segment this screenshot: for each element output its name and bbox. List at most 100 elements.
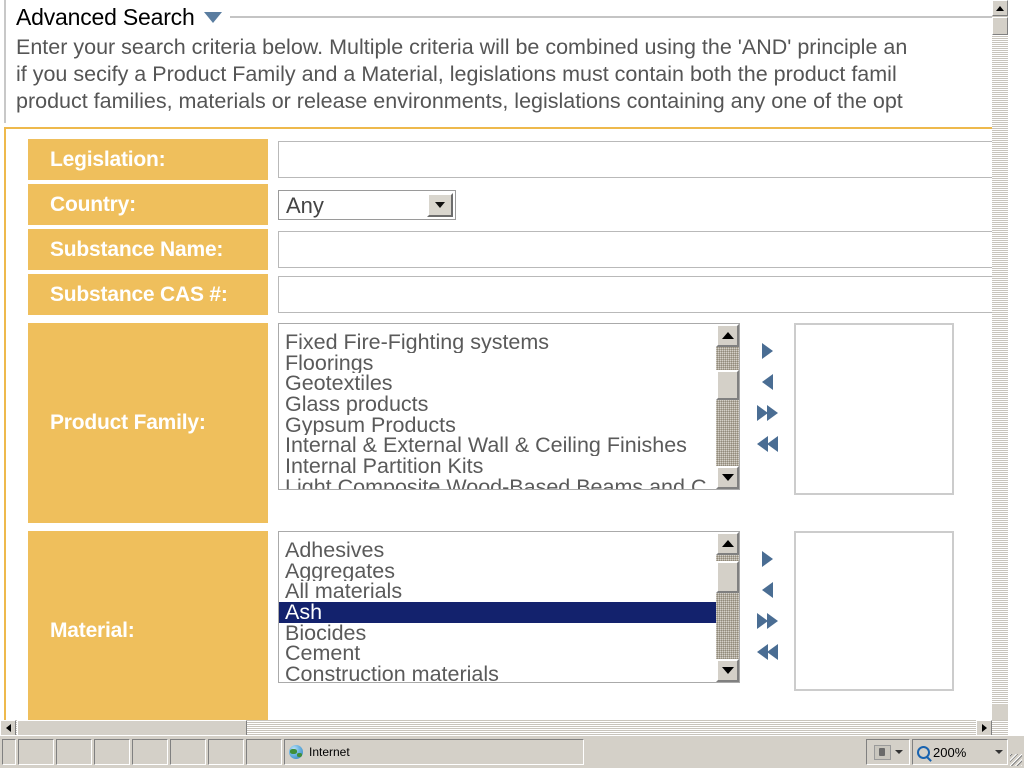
vertical-scrollbar-thumb[interactable]	[992, 17, 1008, 35]
status-pane-blank-6	[170, 739, 206, 765]
document-body: Advanced Search Enter your search criter…	[4, 0, 1008, 735]
move-all-right-icon[interactable]	[756, 613, 778, 629]
scroll-left-icon[interactable]	[0, 720, 16, 736]
material-dual-list: Adhesives Aggregates All materials Ash Bioci…	[278, 531, 1008, 731]
form-row-substance-cas: Substance CAS #:	[6, 274, 1008, 315]
move-left-icon[interactable]	[761, 582, 773, 598]
zoom-level-label: 200%	[933, 744, 967, 760]
form-row-material: Material: Adhesives Aggregates All materia…	[6, 531, 1008, 731]
status-zoom-pane[interactable]: 200%	[912, 739, 1008, 765]
field-country: Any	[278, 184, 1008, 225]
move-all-left-icon[interactable]	[756, 644, 778, 660]
product-family-list-scrollbar[interactable]	[716, 324, 739, 489]
intro-line-2: if you secify a Product Family and a Mat…	[16, 62, 897, 86]
product-family-dual-list: Fixed Fire-Fighting systems Floorings Geot…	[278, 323, 1008, 523]
product-family-selected-list[interactable]	[794, 323, 954, 495]
list-item[interactable]: Fixed Fire-Fighting systems	[279, 332, 715, 353]
chevron-down-icon[interactable]	[427, 192, 453, 217]
field-substance-cas	[278, 274, 1008, 315]
status-zone-pane[interactable]: Internet	[284, 739, 584, 765]
page-title: Advanced Search	[16, 3, 195, 30]
status-pane-blank-1	[2, 739, 16, 765]
status-pane-blank-4	[94, 739, 130, 765]
list-item[interactable]: Cement	[279, 643, 715, 664]
magnifier-icon	[917, 745, 930, 759]
list-item[interactable]: Internal Partition Kits	[279, 456, 715, 477]
page-vertical-scrollbar[interactable]	[992, 0, 1008, 736]
legislation-input[interactable]	[278, 141, 1008, 178]
status-pane-blank-3	[56, 739, 92, 765]
country-select[interactable]: Any	[278, 189, 456, 220]
substance-cas-input[interactable]	[278, 276, 1008, 313]
scroll-right-icon[interactable]	[976, 720, 992, 736]
scroll-down-icon[interactable]	[716, 466, 739, 489]
label-legislation: Legislation:	[28, 139, 268, 180]
status-pane-blank-8	[246, 739, 282, 765]
header-rule	[229, 16, 1008, 18]
country-select-value: Any	[286, 193, 324, 218]
page-content-area: Advanced Search Enter your search criter…	[0, 0, 1008, 736]
scrollbar-thumb[interactable]	[716, 561, 739, 593]
scroll-up-icon[interactable]	[992, 0, 1008, 16]
scroll-down-icon[interactable]	[716, 659, 739, 682]
status-pane-blank-7	[208, 739, 244, 765]
product-family-source-list[interactable]: Fixed Fire-Fighting systems Floorings Geot…	[278, 323, 740, 490]
scroll-up-icon[interactable]	[716, 324, 739, 347]
substance-name-input[interactable]	[278, 231, 1008, 268]
material-selected-list[interactable]	[794, 531, 954, 691]
page-horizontal-scrollbar[interactable]	[0, 720, 1008, 736]
move-right-icon[interactable]	[761, 551, 773, 567]
browser-status-bar: Internet 200%	[0, 735, 1024, 768]
scroll-up-icon[interactable]	[716, 532, 739, 555]
material-transfer-buttons	[740, 531, 794, 660]
form-row-substance-name: Substance Name:	[6, 229, 1008, 270]
list-item[interactable]: Glass products	[279, 394, 715, 415]
status-pane-blank-5	[132, 739, 168, 765]
move-all-right-icon[interactable]	[756, 405, 778, 421]
search-form-panel: Legislation: Country: Any Substance Name…	[4, 127, 1008, 731]
globe-icon	[289, 745, 303, 759]
label-substance-cas: Substance CAS #:	[28, 274, 268, 315]
chevron-down-icon[interactable]	[894, 750, 903, 754]
section-header: Advanced Search	[4, 0, 1008, 34]
product-family-transfer-buttons	[740, 323, 794, 452]
list-item[interactable]: Aggregates	[279, 561, 715, 582]
scrollbar-thumb[interactable]	[716, 370, 739, 400]
list-item[interactable]: Gypsum Products	[279, 415, 715, 436]
list-item[interactable]: Ash	[279, 602, 739, 623]
status-spacer	[584, 736, 864, 768]
move-all-left-icon[interactable]	[756, 436, 778, 452]
chevron-down-icon[interactable]	[203, 11, 222, 23]
move-left-icon[interactable]	[761, 374, 773, 390]
material-list-scrollbar[interactable]	[716, 532, 739, 682]
label-material: Material:	[28, 531, 268, 731]
chevron-down-icon[interactable]	[995, 750, 1003, 754]
list-item[interactable]: Construction materials	[279, 664, 715, 682]
material-source-list[interactable]: Adhesives Aggregates All materials Ash Bioci…	[278, 531, 740, 683]
list-item[interactable]: Biocides	[279, 623, 715, 644]
list-item[interactable]: Floorings	[279, 353, 715, 374]
status-pane-blank-2	[18, 739, 54, 765]
status-zone-label: Internet	[309, 745, 350, 759]
browser-window: Advanced Search Enter your search criter…	[0, 0, 1024, 768]
label-country: Country:	[28, 184, 268, 225]
resize-grip-icon[interactable]	[1008, 736, 1024, 768]
list-item[interactable]: Geotextiles	[279, 373, 715, 394]
intro-line-3: product families, materials or release e…	[16, 89, 903, 113]
label-substance-name: Substance Name:	[28, 229, 268, 270]
intro-paragraph: Enter your search criteria below. Multip…	[4, 34, 1008, 123]
form-row-country: Country: Any	[6, 184, 1008, 225]
list-item[interactable]: All materials	[279, 581, 715, 602]
move-right-icon[interactable]	[761, 343, 773, 359]
horizontal-scrollbar-thumb[interactable]	[17, 720, 247, 736]
list-item[interactable]: Internal & External Wall & Ceiling Finis…	[279, 435, 715, 456]
status-security-pane[interactable]	[866, 739, 910, 765]
material-option-list: Adhesives Aggregates All materials Ash Bioci…	[279, 532, 739, 682]
form-row-product-family: Product Family: Fixed Fire-Fighting syst…	[6, 323, 1008, 523]
list-item[interactable]: Light Composite Wood-Based Beams and C	[279, 477, 715, 489]
field-substance-name	[278, 229, 1008, 270]
scrollbar-corner	[992, 704, 1008, 720]
list-item[interactable]: Adhesives	[279, 540, 715, 561]
label-product-family: Product Family:	[28, 323, 268, 523]
field-legislation	[278, 139, 1008, 180]
